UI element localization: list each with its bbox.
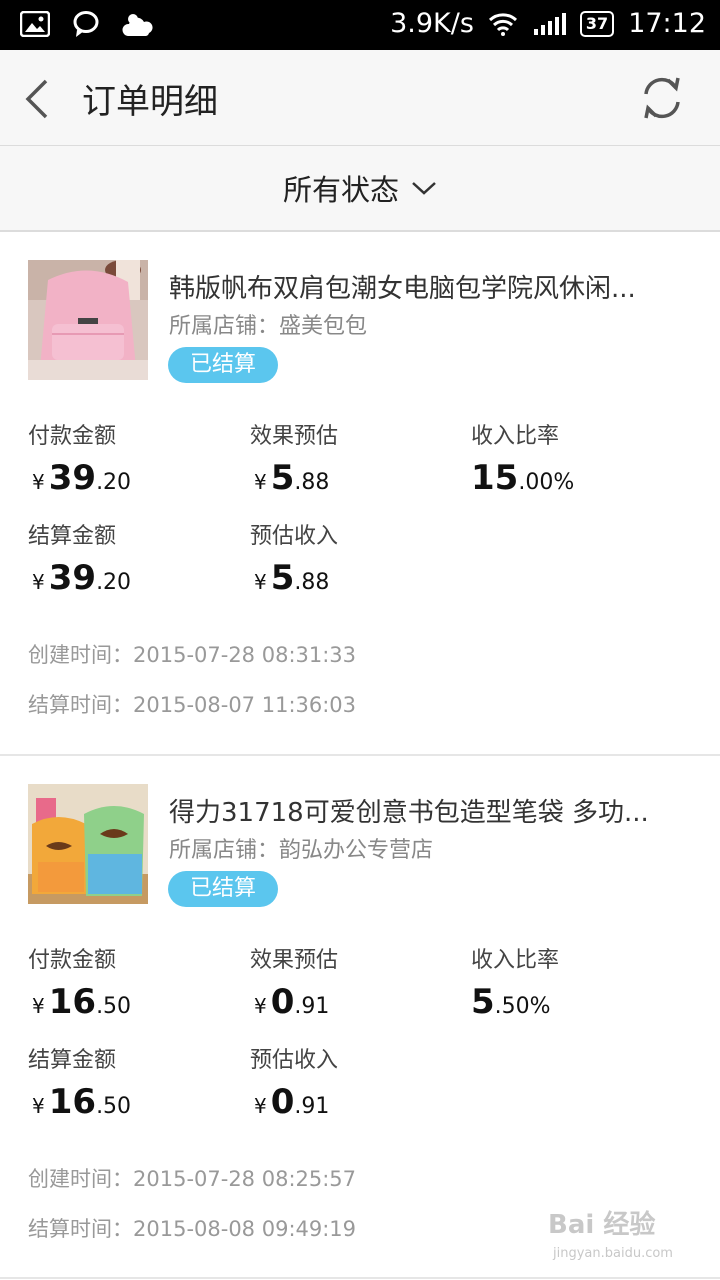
image-icon — [20, 11, 50, 37]
created-time: 创建时间：2015-07-28 08:31:33 — [28, 643, 357, 667]
product-title: 韩版帆布双肩包潮女电脑包学院风休闲... — [169, 274, 636, 304]
order-card[interactable]: 韩版帆布双肩包潮女电脑包学院风休闲... 所属店铺：盛美包包 已结算 付款金额 … — [0, 232, 720, 754]
watermark-logo: Bai 经验 — [548, 1210, 656, 1240]
cloud-icon — [122, 14, 153, 36]
signal-icon — [533, 12, 566, 35]
battery-level: 37 — [585, 13, 609, 33]
paid-amount-value: ¥16.50 — [32, 982, 132, 1022]
chevron-down-icon — [412, 182, 436, 195]
product-title: 得力31718可爱创意书包造型笔袋 多功... — [169, 798, 649, 828]
estimated-income-label: 预估收入 — [250, 1048, 339, 1073]
settled-amount-value: ¥39.20 — [32, 558, 132, 598]
income-rate-label: 收入比率 — [471, 424, 560, 449]
product-image-pencil-case — [28, 784, 148, 904]
effect-estimate-label: 效果预估 — [250, 948, 339, 973]
page-title: 订单明细 — [82, 82, 218, 122]
income-rate-value: 15.00% — [471, 458, 575, 498]
paid-amount-label: 付款金额 — [28, 424, 117, 449]
chat-bubble-icon — [73, 11, 99, 37]
status-filter-label: 所有状态 — [282, 173, 399, 207]
product-image-backpack — [28, 260, 148, 380]
settled-time: 结算时间：2015-08-07 11:36:03 — [28, 693, 357, 717]
back-arrow-icon[interactable] — [22, 78, 62, 120]
battery-icon: 37 — [579, 10, 615, 37]
effect-estimate-label: 效果预估 — [250, 424, 339, 449]
status-bar: 3.9K/s 37 17:12 — [0, 0, 720, 50]
status-filter[interactable]: 所有状态 — [0, 146, 720, 232]
status-badge: 已结算 — [168, 871, 279, 907]
paid-amount-label: 付款金额 — [28, 948, 117, 973]
estimated-income-label: 预估收入 — [250, 524, 339, 549]
estimated-income-value: ¥5.88 — [254, 558, 330, 598]
clock: 17:12 — [628, 8, 706, 39]
settled-amount-label: 结算金额 — [28, 524, 117, 549]
watermark-url: jingyan.baidu.com — [553, 1246, 673, 1261]
settled-amount-label: 结算金额 — [28, 1048, 117, 1073]
settled-amount-value: ¥16.50 — [32, 1082, 132, 1122]
paid-amount-value: ¥39.20 — [32, 458, 132, 498]
wifi-icon — [488, 12, 517, 36]
app-bar: 订单明细 — [0, 50, 720, 146]
effect-estimate-value: ¥0.91 — [254, 982, 330, 1022]
income-rate-value: 5.50% — [471, 982, 551, 1022]
shop-name: 所属店铺：盛美包包 — [169, 314, 368, 339]
created-time: 创建时间：2015-07-28 08:25:57 — [28, 1167, 357, 1191]
effect-estimate-value: ¥5.88 — [254, 458, 330, 498]
shop-name: 所属店铺：韵弘办公专营店 — [169, 838, 434, 863]
income-rate-label: 收入比率 — [471, 948, 560, 973]
settled-time: 结算时间：2015-08-08 09:49:19 — [28, 1217, 357, 1241]
order-card[interactable]: 得力31718可爱创意书包造型笔袋 多功... 所属店铺：韵弘办公专营店 已结算… — [0, 756, 720, 1278]
status-badge: 已结算 — [168, 347, 279, 383]
estimated-income-value: ¥0.91 — [254, 1082, 330, 1122]
network-speed: 3.9K/s — [390, 8, 474, 39]
refresh-icon[interactable] — [638, 74, 686, 122]
card-divider — [0, 1277, 720, 1279]
